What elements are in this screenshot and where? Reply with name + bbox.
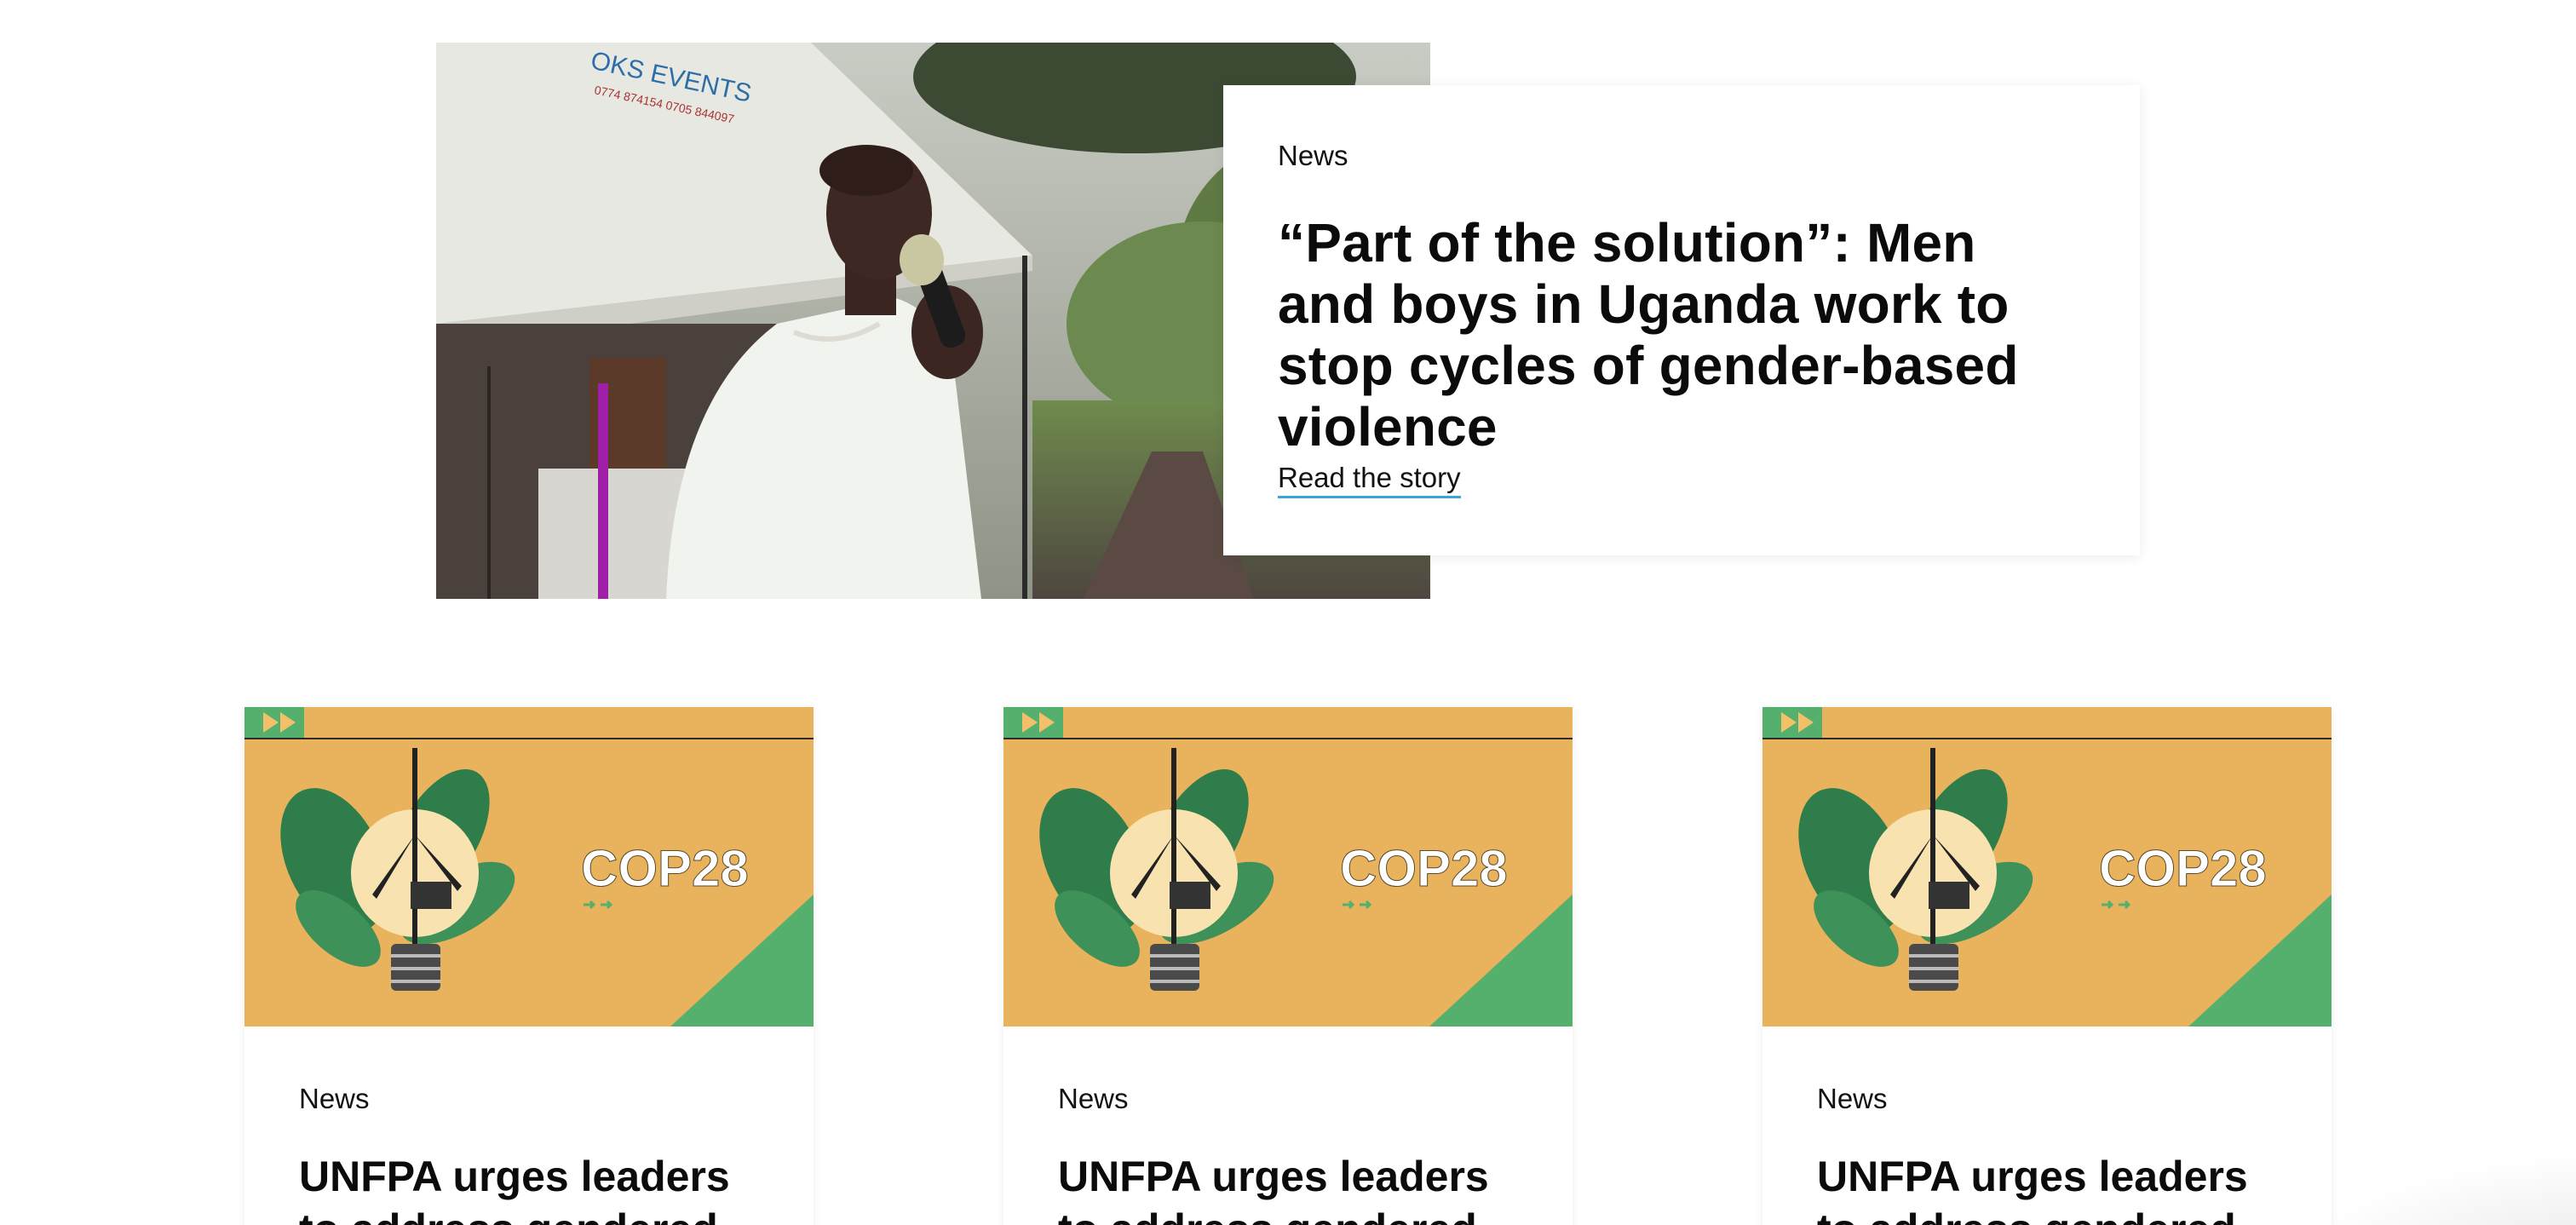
cop28-banner-text: COP28	[581, 840, 749, 897]
card-category-tag: News	[1817, 1083, 1888, 1114]
news-card[interactable]: COP28 News UNFPA urges leaders to addres…	[1003, 707, 1573, 1225]
cop28-banner-image[interactable]: COP28	[1762, 707, 2332, 1027]
cop28-banner-image[interactable]: COP28	[244, 707, 814, 1027]
card-headline[interactable]: UNFPA urges leaders to address gendered	[299, 1150, 759, 1225]
news-card[interactable]: COP28 News UNFPA urges leaders to addres…	[244, 707, 814, 1225]
cop28-illustration: COP28	[244, 707, 814, 1027]
card-category-tag: News	[1058, 1083, 1129, 1114]
card-headline[interactable]: UNFPA urges leaders to address gendered	[1058, 1150, 1518, 1225]
cop28-banner-image[interactable]: COP28	[1003, 707, 1573, 1027]
feature-story-card: News “Part of the solution”: Men and boy…	[1223, 85, 2140, 555]
feature-category-tag: News	[1278, 140, 1348, 171]
card-headline[interactable]: UNFPA urges leaders to address gendered	[1817, 1150, 2277, 1225]
cop28-illustration: COP28	[1003, 707, 1573, 1027]
news-card[interactable]: COP28 News UNFPA urges leaders to addres…	[1762, 707, 2332, 1225]
cop28-illustration: COP28	[1762, 707, 2332, 1027]
card-category-tag: News	[299, 1083, 370, 1114]
read-the-story-link[interactable]: Read the story	[1278, 463, 1461, 498]
cop28-banner-text: COP28	[1340, 840, 1508, 897]
cop28-banner-text: COP28	[2099, 840, 2267, 897]
feature-headline[interactable]: “Part of the solution”: Men and boys in …	[1278, 212, 2085, 457]
